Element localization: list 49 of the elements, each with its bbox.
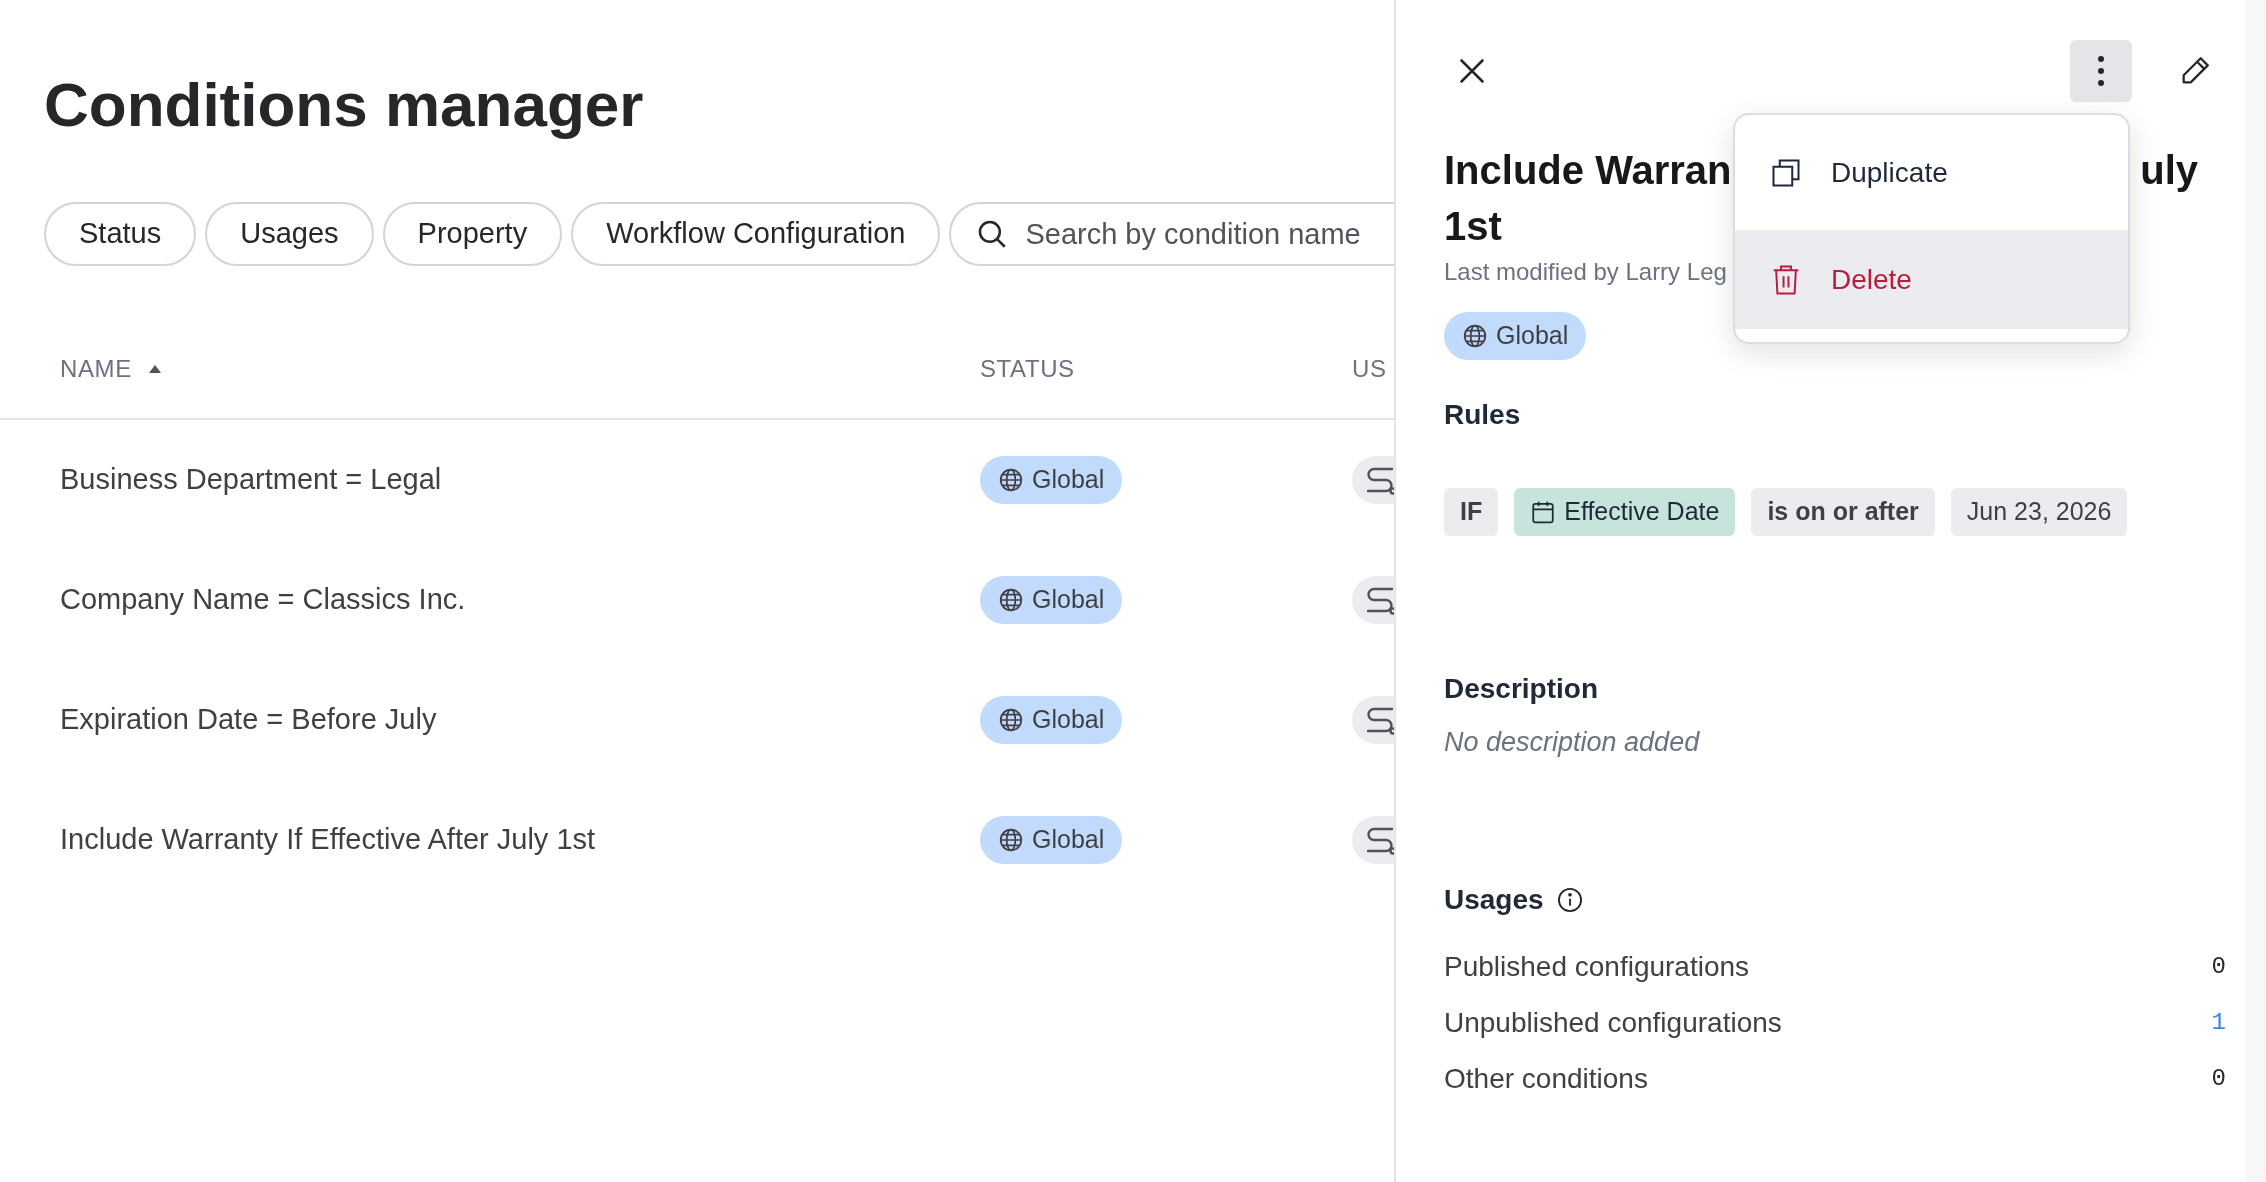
panel-title: 1st [1444,203,1502,250]
section-heading: Rules [1444,398,1521,432]
copy-icon [1771,157,1801,188]
globe-icon [998,827,1024,853]
status-tag: Global [980,816,1123,864]
globe-icon [1462,323,1488,349]
section-heading: Description [1444,672,1599,706]
search-field[interactable]: Search by condition name [949,202,1394,266]
filter-button[interactable]: Status [44,202,197,266]
condition-name[interactable]: Expiration Date = Before July [60,703,437,736]
usage-count: 0 [2211,951,2226,982]
status-tag: Global [1444,312,1587,360]
usage-label: Unpublished configurations [1444,1005,1782,1040]
column-header[interactable]: US [1352,351,1387,387]
trash-icon [1771,263,1801,296]
rule-token: IF [1444,488,1499,536]
modified-info: Last modified by Larry Leg [1444,257,1727,287]
section-heading: Usages [1444,882,1544,917]
kebab-icon [2097,55,2105,87]
filter-button[interactable]: Workflow Configuration [571,202,941,266]
close-icon [1457,56,1487,86]
usage-count[interactable]: 1 [2211,1004,2226,1041]
usage-count: 0 [2211,1063,2226,1094]
condition-name[interactable]: Include Warranty If Effective After July 1st [60,823,596,856]
status-tag: Global [980,696,1123,744]
condition-name[interactable]: Business Department = Legal [60,463,442,496]
description-text: No description added [1444,726,1700,759]
rule-token: Effective Date [1514,488,1736,536]
column-header[interactable]: STATUS [980,351,1075,387]
calendar-icon [1530,499,1557,525]
globe-icon [998,467,1024,493]
condition-name[interactable]: Company Name = Classics Inc. [60,583,466,616]
filter-button[interactable]: Usages [205,202,374,266]
filter-button[interactable]: Property [382,202,563,266]
usage-label: Other conditions [1444,1061,1648,1096]
status-tag: Global [980,576,1123,624]
column-header[interactable]: NAME [60,351,132,387]
usage-label: Published configurations [1444,949,1750,984]
menu-item[interactable]: Delete [1735,230,2128,329]
globe-icon [998,707,1024,733]
panel-title: Include Warran [1444,147,1732,194]
more-options-button[interactable] [2070,40,2132,102]
rule-token: is on or after [1751,488,1935,536]
info-icon[interactable] [1555,885,1584,914]
panel-title: uly [2140,147,2198,194]
status-tag: Global [980,456,1123,504]
menu-item[interactable]: Duplicate [1735,115,2128,230]
globe-icon [998,587,1024,613]
rule-token: Jun 23, 2026 [1950,488,2128,536]
